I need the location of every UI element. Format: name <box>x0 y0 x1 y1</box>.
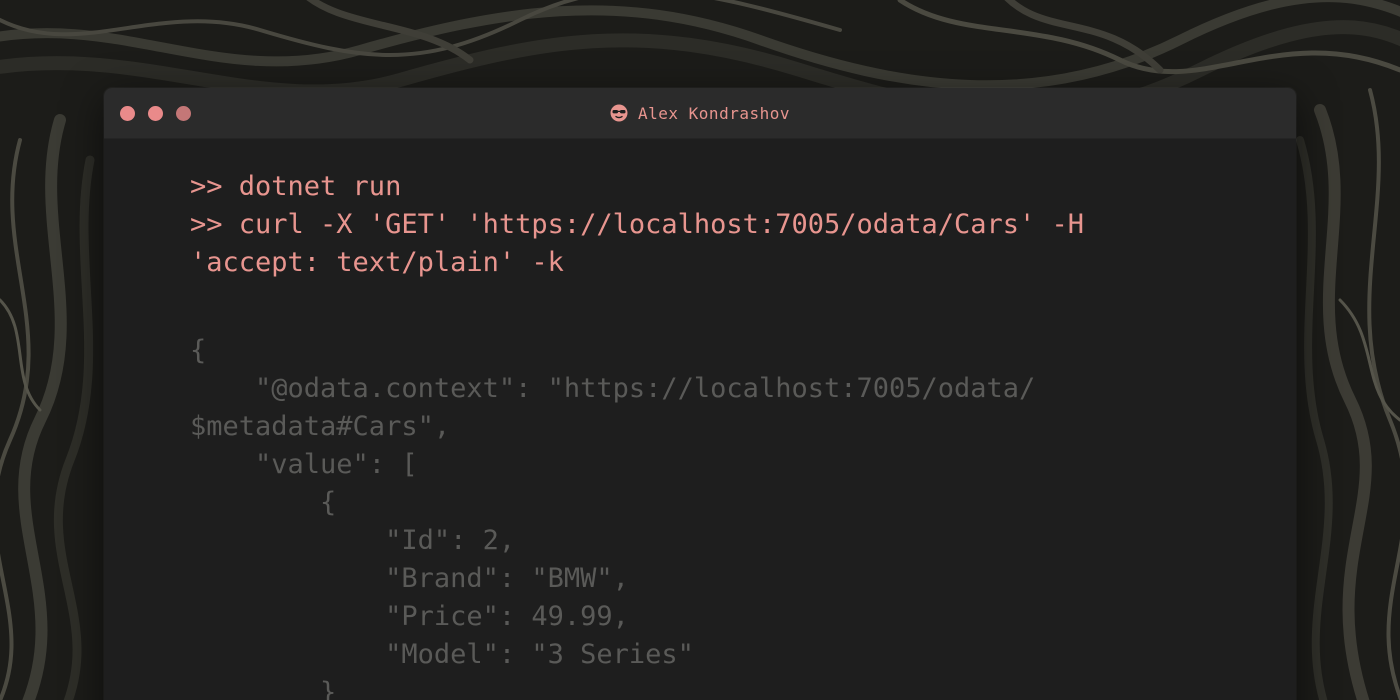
output-line: "@odata.context": "https://localhost:700… <box>190 373 1036 404</box>
command-line-curl-continued: 'accept: text/plain' -k <box>190 247 564 278</box>
output-line: "value": [ <box>190 449 418 480</box>
output-line: "Brand": "BMW", <box>190 563 629 594</box>
command-line-dotnet-run: >> dotnet run <box>190 171 402 202</box>
terminal-window: Alex Kondrashov >> dotnet run >> curl -X… <box>104 88 1296 700</box>
output-line: "Id": 2, <box>190 525 516 556</box>
output-line: } <box>190 677 337 700</box>
window-title: Alex Kondrashov <box>104 88 1296 138</box>
output-line: { <box>190 335 207 366</box>
title-bar[interactable]: Alex Kondrashov <box>104 88 1296 139</box>
output-line: "Model": "3 Series" <box>190 639 694 670</box>
output-line: { <box>190 487 337 518</box>
sunglasses-face-icon <box>610 104 628 122</box>
command-line-curl: >> curl -X 'GET' 'https://localhost:7005… <box>190 209 1085 240</box>
output-spacer <box>190 282 1256 332</box>
terminal-content[interactable]: >> dotnet run >> curl -X 'GET' 'https://… <box>190 168 1256 700</box>
output-line: $metadata#Cars", <box>190 411 451 442</box>
window-title-text: Alex Kondrashov <box>638 103 790 123</box>
output-line: "Price": 49.99, <box>190 601 629 632</box>
